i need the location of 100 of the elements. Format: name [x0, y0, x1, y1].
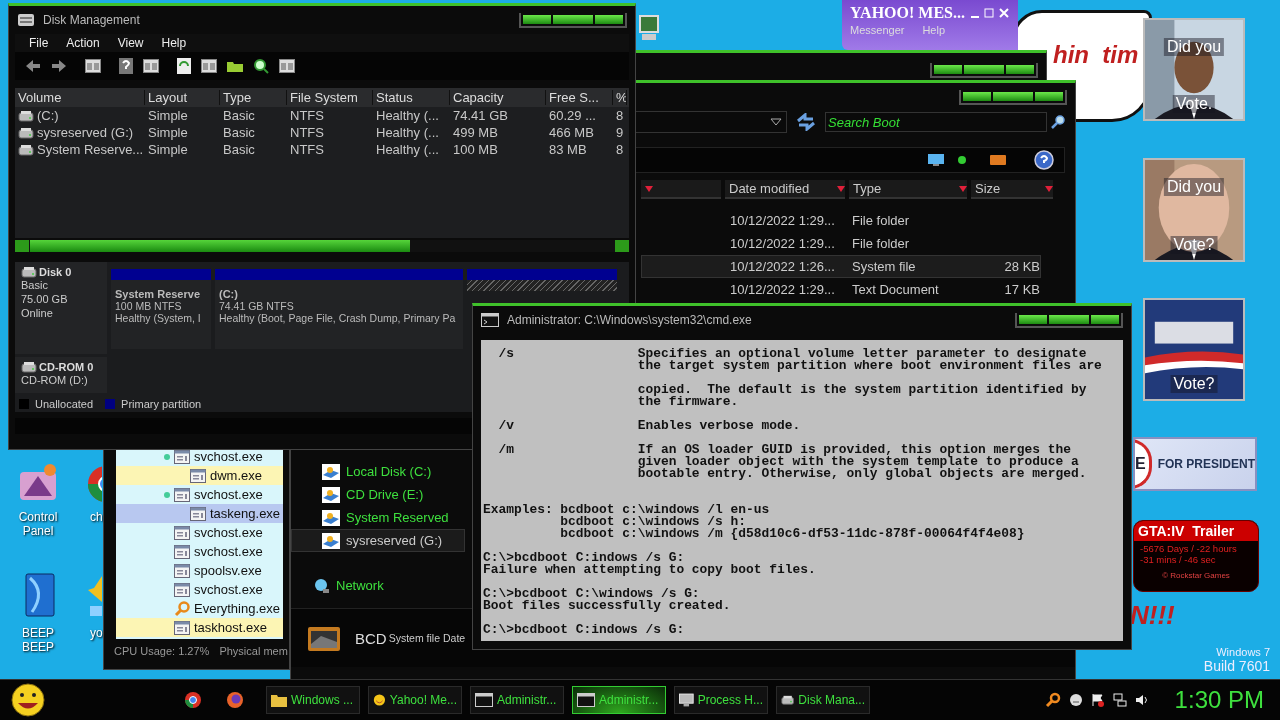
countdown-gadget[interactable]: GTA:IV Trailer -5676 Days / -22 hours -31 mins / -46 sec © Rockstar Games — [1133, 520, 1259, 592]
console-line: C:\>bcdboot C:\windows /s G: — [483, 588, 700, 600]
taskbar-button[interactable]: Process H... — [674, 686, 768, 714]
partition-block[interactable]: (C:) 74.41 GB NTFS Healthy (Boot, Page File, Crash Dump, Primary Pa — [215, 269, 463, 349]
menu-item[interactable]: File — [29, 36, 49, 50]
close-button[interactable] — [595, 14, 623, 24]
toolbar-icon[interactable] — [201, 59, 217, 73]
menu-item[interactable]: Action — [66, 36, 100, 50]
minimize-button[interactable] — [963, 91, 991, 101]
column-header[interactable]: Date modified — [725, 180, 845, 199]
close-button[interactable] — [1091, 314, 1119, 324]
file-icon — [307, 624, 341, 652]
minimize-button[interactable] — [1019, 314, 1047, 324]
disk-info: Basic — [21, 278, 49, 292]
firefox-icon[interactable] — [226, 691, 244, 709]
forward-icon[interactable] — [51, 59, 67, 73]
taskbar-button[interactable]: Administr... — [470, 686, 564, 714]
search-icon[interactable] — [253, 58, 269, 74]
search-field[interactable]: Search Boot — [825, 112, 1047, 132]
minimize-button[interactable] — [934, 64, 962, 74]
column-header[interactable]: Layout — [145, 90, 220, 105]
column-header[interactable]: Capacity — [450, 90, 546, 105]
folder-icon[interactable] — [227, 60, 243, 72]
minimize-button[interactable] — [523, 14, 551, 24]
maximize-button[interactable] — [993, 91, 1033, 101]
disk-info: CD-ROM (D:) — [21, 373, 89, 387]
flag-icon[interactable] — [1090, 693, 1105, 707]
maximize-button[interactable] — [964, 64, 1004, 74]
column-header[interactable]: Type — [849, 180, 967, 199]
refresh-icon[interactable] — [795, 113, 817, 131]
close-button[interactable] — [1035, 91, 1063, 101]
wallpaper-text: N!!! — [1130, 600, 1175, 631]
sort-arrow-icon[interactable] — [837, 185, 845, 192]
start-button[interactable] — [8, 682, 48, 718]
nav-item[interactable]: Network — [291, 574, 465, 597]
refresh-icon[interactable] — [177, 58, 191, 74]
os-version-text: Build 7601 — [1203, 658, 1270, 674]
close-button[interactable] — [1006, 64, 1034, 74]
taskbar-button[interactable]: Disk Mana... — [776, 686, 870, 714]
column-header[interactable]: Size — [971, 180, 1053, 199]
help-icon[interactable] — [1034, 150, 1054, 170]
banner-gadget[interactable]: E FOR PRESIDENT — [1133, 437, 1257, 491]
process-row[interactable]: taskhost.exe — [116, 618, 283, 637]
table-cell: Healthy (... — [376, 108, 439, 123]
drive-icon — [322, 509, 340, 526]
nav-item[interactable]: Local Disk (C:) — [291, 460, 465, 483]
column-header[interactable]: Status — [373, 90, 450, 105]
clock[interactable]: 1:30 PM — [1174, 686, 1264, 714]
menu-item[interactable]: Help — [161, 36, 187, 50]
console-icon — [475, 693, 493, 707]
poster-gadget[interactable]: Vote? — [1143, 298, 1245, 401]
table-cell: Basic — [223, 142, 255, 157]
nav-item[interactable]: System Reserved — [291, 506, 465, 529]
column-header[interactable]: Type — [220, 90, 287, 105]
dropdown-icon[interactable] — [770, 118, 782, 126]
taskbar-button[interactable]: Windows ... — [266, 686, 360, 714]
toolbar-icon[interactable] — [279, 59, 295, 73]
back-icon[interactable] — [25, 59, 41, 73]
photo-gadget[interactable]: Did you Vote? — [1143, 158, 1245, 262]
program-icon — [190, 506, 206, 521]
menu-item[interactable]: View — [117, 36, 144, 50]
process-row[interactable]: taskeng.exe — [116, 504, 283, 523]
nav-item[interactable]: sysreserved (G:) — [291, 529, 465, 552]
sort-arrow-icon[interactable] — [959, 185, 967, 192]
partition-block[interactable]: System Reserve 100 MB NTFS Healthy (System, I — [111, 269, 211, 349]
program-icon — [174, 525, 190, 540]
column-header[interactable]: File System — [287, 90, 373, 105]
disk-label[interactable]: Disk 0 Basic 75.00 GB Online — [15, 262, 107, 354]
program-icon — [190, 468, 206, 483]
monitor-icon[interactable] — [928, 154, 944, 166]
sort-arrow-icon[interactable] — [645, 185, 653, 192]
file-row[interactable]: 10/12/2022 1:29... File folder — [641, 209, 1041, 232]
network-icon[interactable] — [1112, 693, 1127, 707]
toolbar-icon[interactable] — [143, 59, 159, 73]
partition-block[interactable] — [467, 269, 617, 291]
window-controls-icon[interactable] — [970, 8, 1010, 18]
file-row[interactable]: 10/12/2022 1:29... Text Document 17 KB — [641, 278, 1041, 301]
search-icon[interactable] — [1051, 115, 1065, 129]
maximize-button[interactable] — [553, 14, 593, 24]
column-header[interactable]: Free S... — [546, 90, 613, 105]
maximize-button[interactable] — [1049, 314, 1089, 324]
taskbar-button[interactable]: Yahoo! Me... — [368, 686, 462, 714]
disk-label[interactable]: CD-ROM 0 CD-ROM (D:) — [15, 357, 107, 393]
chrome-icon[interactable] — [184, 691, 202, 709]
gadget-title: GTA:IV Trailer — [1134, 521, 1258, 541]
console-line: Failure when attempting to copy boot files. — [483, 564, 817, 576]
column-header[interactable]: Volume — [15, 90, 145, 105]
sort-arrow-icon[interactable] — [1045, 185, 1053, 192]
search-icon[interactable] — [1044, 692, 1061, 708]
console-line: /s Specifies an optional volume letter parameter to designate — [497, 348, 1088, 360]
dot-icon[interactable] — [958, 156, 966, 164]
os-version-text: Windows 7 — [1216, 646, 1270, 658]
toolbar-icon[interactable] — [85, 59, 101, 73]
program-icon — [174, 620, 190, 635]
file-row[interactable]: 10/12/2022 1:29... File folder — [641, 232, 1041, 255]
nav-item[interactable]: CD Drive (E:) — [291, 483, 465, 506]
file-row[interactable]: 10/12/2022 1:26... System file 28 KB — [641, 255, 1041, 278]
process-row[interactable]: dwm.exe — [116, 466, 283, 485]
speaker-icon[interactable] — [1134, 693, 1149, 707]
scrollbar-thumb[interactable] — [30, 240, 410, 252]
